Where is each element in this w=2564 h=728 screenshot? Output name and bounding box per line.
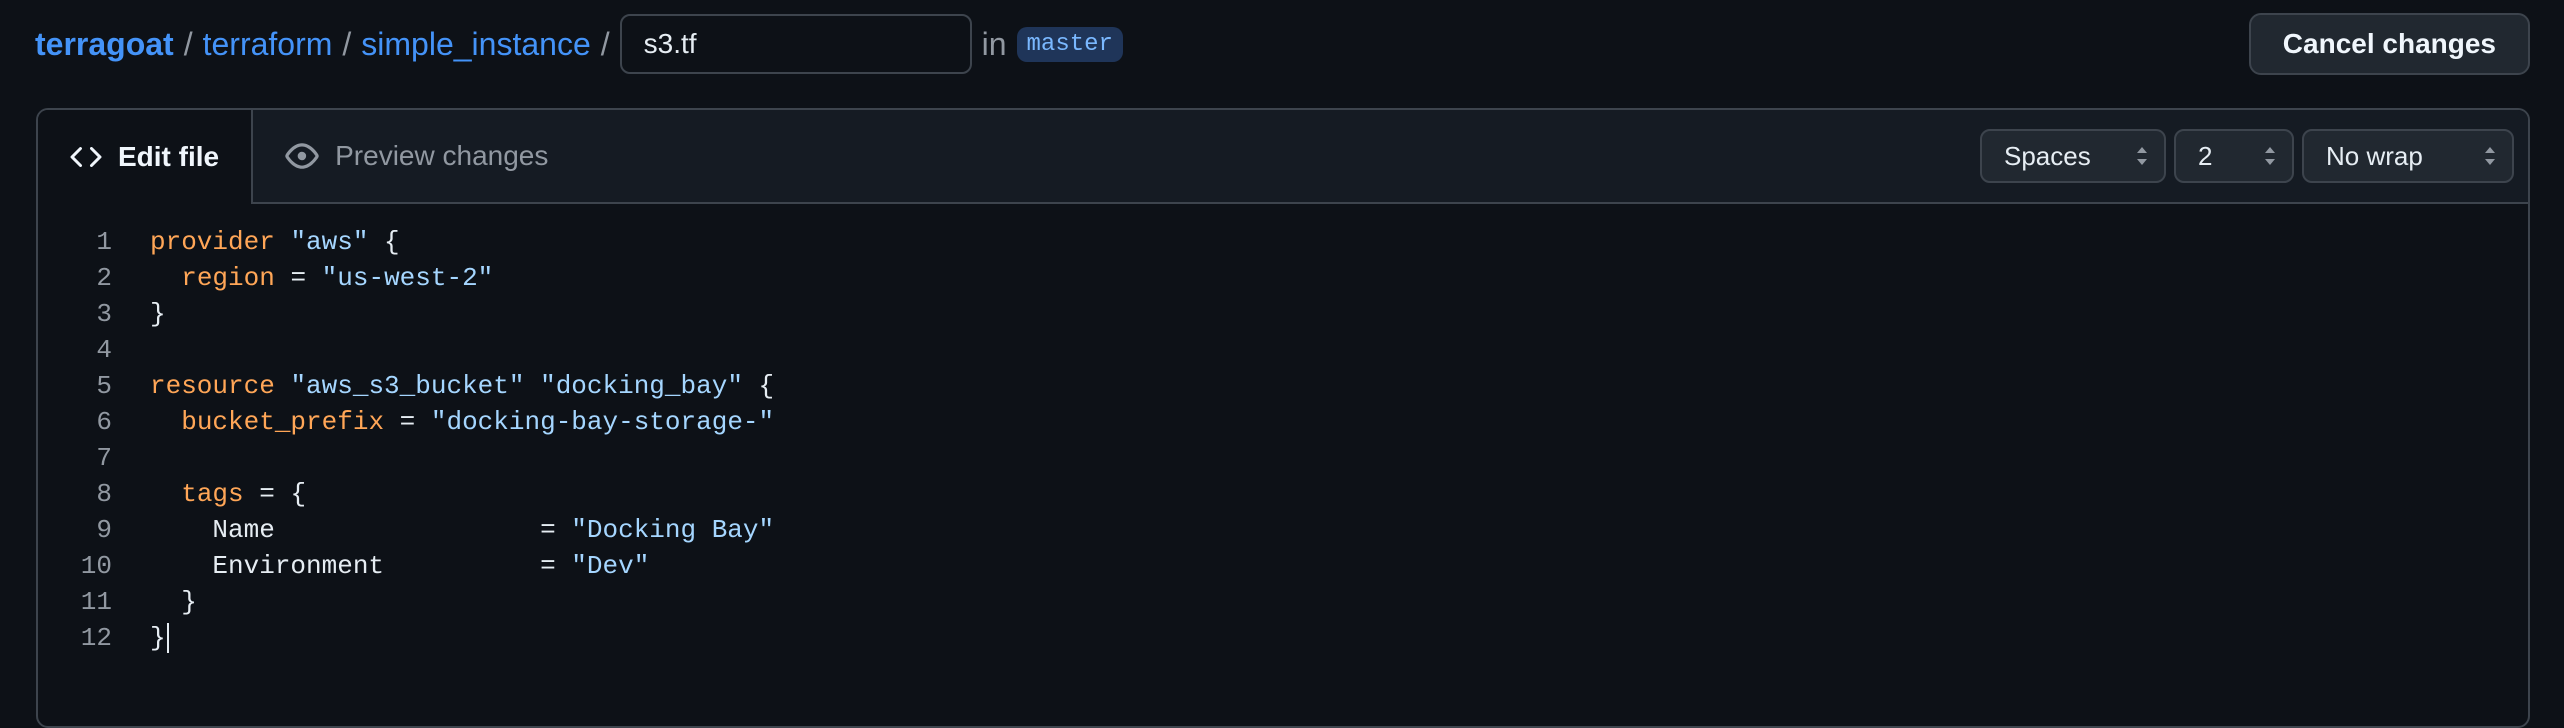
code-text: {: [742, 371, 775, 401]
line-number: 10: [80, 551, 112, 581]
code-line[interactable]: 3}: [38, 296, 2528, 332]
code-text: =: [274, 263, 322, 293]
cancel-changes-button[interactable]: Cancel changes: [2248, 13, 2530, 75]
line-content: region = "us-west-2": [150, 260, 493, 296]
code-text: Environment =: [150, 551, 572, 581]
line-number: 9: [96, 515, 112, 545]
indent-mode-select[interactable]: Spaces: [1980, 129, 2166, 183]
breadcrumb-repo-link[interactable]: terragoat: [35, 26, 174, 63]
line-number: 4: [96, 335, 112, 365]
line-number: 5: [96, 371, 112, 401]
line-content: Environment = "Dev": [150, 548, 649, 584]
line-content: }: [150, 584, 197, 620]
code-line[interactable]: 10 Environment = "Dev": [38, 548, 2528, 584]
code-keyword: bucket_prefix: [181, 407, 385, 437]
indent-size-value: 2: [2198, 140, 2213, 171]
code-text: }: [150, 299, 166, 329]
code-string: "docking-bay-storage-": [430, 407, 775, 437]
editor-header: Edit file Preview changes Spaces 2 No wr…: [38, 110, 2528, 204]
indent-mode-value: Spaces: [2004, 140, 2091, 171]
eye-icon: [285, 139, 319, 173]
line-number: 12: [80, 623, 112, 653]
code-string: "aws": [290, 227, 369, 257]
breadcrumb-separator: /: [342, 25, 352, 62]
code-text: }: [150, 623, 166, 653]
code-line[interactable]: 12}: [38, 620, 2528, 656]
breadcrumb-folder-simple-instance[interactable]: simple_instance: [361, 26, 590, 63]
wrap-mode-select[interactable]: No wrap: [2302, 129, 2514, 183]
breadcrumb-folder-terraform[interactable]: terraform: [203, 26, 333, 63]
branch-badge: master: [1016, 26, 1123, 62]
tab-preview-changes[interactable]: Preview changes: [253, 110, 580, 202]
code-line[interactable]: 8 tags = {: [38, 476, 2528, 512]
line-number: 6: [96, 407, 112, 437]
code-text: =: [384, 407, 431, 437]
code-line[interactable]: 4: [38, 332, 2528, 368]
code-string: "aws_s3_bucket": [290, 371, 525, 401]
editor-controls: Spaces 2 No wrap: [1980, 110, 2528, 202]
top-bar: terragoat / terraform / simple_instance …: [35, 12, 2530, 76]
tab-edit-file-label: Edit file: [118, 141, 220, 172]
line-number: 8: [96, 479, 112, 509]
code-keyword: tags: [181, 479, 244, 509]
line-number: 7: [96, 443, 112, 473]
breadcrumb-separator: /: [183, 25, 193, 62]
code-string: "Docking Bay": [571, 515, 775, 545]
code-keyword: resource: [150, 371, 275, 401]
code-line[interactable]: 6 bucket_prefix = "docking-bay-storage-": [38, 404, 2528, 440]
code-keyword: provider: [150, 227, 275, 257]
line-number: 11: [80, 587, 112, 617]
code-icon: [70, 141, 102, 173]
code-line[interactable]: 2 region = "us-west-2": [38, 260, 2528, 296]
line-content: Name = "Docking Bay": [150, 512, 774, 548]
chevron-up-down-icon: [2134, 144, 2150, 168]
line-number: 2: [96, 263, 112, 293]
indent-size-select[interactable]: 2: [2174, 129, 2294, 183]
in-label: in: [981, 25, 1007, 62]
line-number: 1: [96, 227, 112, 257]
code-line[interactable]: 1 provider "aws" {: [38, 224, 2528, 260]
code-line[interactable]: 7: [38, 440, 2528, 476]
line-content: bucket_prefix = "docking-bay-storage-": [150, 404, 774, 440]
line-content: }: [150, 620, 169, 656]
text-cursor: [166, 623, 169, 654]
code-text: Name =: [150, 515, 572, 545]
code-line[interactable]: 5 resource "aws_s3_bucket" "docking_bay" …: [38, 368, 2528, 404]
breadcrumb-separator: /: [600, 25, 610, 62]
code-line[interactable]: 11 }: [38, 584, 2528, 620]
tab-preview-changes-label: Preview changes: [335, 140, 549, 171]
code-text: = {: [243, 479, 307, 509]
line-content: tags = {: [150, 476, 306, 512]
file-editor: Edit file Preview changes Spaces 2 No wr…: [36, 108, 2530, 728]
code-string: "us-west-2": [321, 263, 494, 293]
chevron-up-down-icon: [2482, 144, 2498, 168]
code-line[interactable]: 9 Name = "Docking Bay": [38, 512, 2528, 548]
chevron-up-down-icon: [2262, 144, 2278, 168]
wrap-mode-value: No wrap: [2326, 140, 2423, 171]
code-keyword: region: [181, 263, 275, 293]
code-editor[interactable]: 1 provider "aws" {2 region = "us-west-2" 3…: [38, 204, 2528, 656]
code-string: "docking_bay": [540, 371, 743, 401]
code-string: "Dev": [571, 551, 650, 581]
code-text: }: [150, 587, 197, 617]
line-content: }: [150, 296, 166, 332]
line-number: 3: [96, 299, 112, 329]
tab-edit-file[interactable]: Edit file: [38, 110, 254, 204]
line-content: resource "aws_s3_bucket" "docking_bay" {: [150, 368, 774, 404]
code-text: {: [368, 227, 400, 257]
filename-input[interactable]: [619, 14, 972, 74]
line-content: provider "aws" {: [150, 224, 400, 260]
